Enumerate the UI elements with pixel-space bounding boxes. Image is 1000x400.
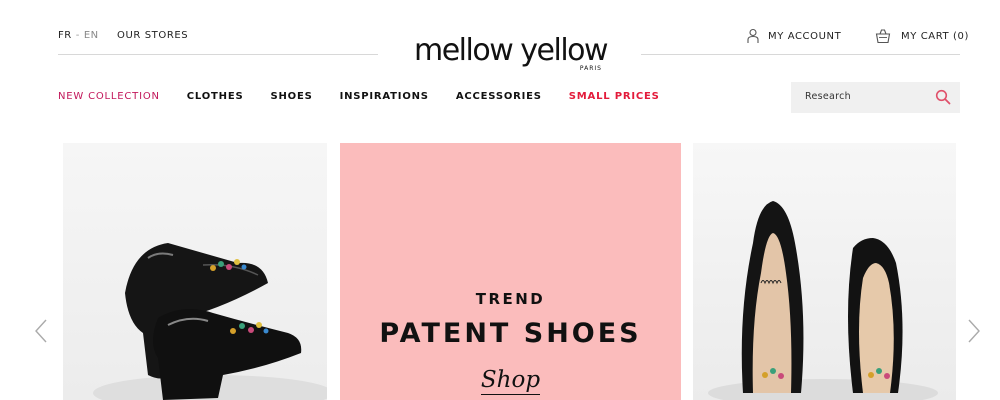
search-icon[interactable] — [935, 89, 951, 105]
chevron-left-icon[interactable] — [34, 318, 48, 344]
lang-en-link[interactable]: EN — [84, 30, 99, 41]
lang-separator: - — [75, 30, 80, 41]
search-input[interactable]: Research — [805, 91, 851, 102]
hero-kicker: TREND — [475, 290, 546, 308]
header-divider-left — [58, 54, 378, 55]
nav-item-clothes[interactable]: CLOTHES — [187, 91, 244, 102]
brand-logo[interactable]: mellow yellow PARIS — [414, 33, 609, 78]
lang-fr-link[interactable]: FR — [58, 30, 72, 41]
nav-item-shoes[interactable]: SHOES — [270, 91, 312, 102]
black-patent-pumps-image — [93, 243, 327, 400]
basket-icon — [875, 29, 891, 44]
nav-item-small-prices[interactable]: SMALL PRICES — [569, 91, 660, 102]
header-divider-right — [641, 54, 960, 55]
main-nav: NEW COLLECTION CLOTHES SHOES INSPIRATION… — [58, 91, 687, 102]
product-image-right[interactable] — [693, 143, 956, 400]
top-bar: FR - EN OUR STORES mellow yellow PARIS MY … — [0, 0, 1000, 72]
nav-item-new-collection[interactable]: NEW COLLECTION — [58, 91, 160, 102]
my-account-link[interactable]: MY ACCOUNT — [746, 27, 841, 45]
hero-title: PATENT SHOES — [379, 318, 642, 349]
our-stores-link[interactable]: OUR STORES — [117, 30, 188, 41]
product-image-left[interactable] — [63, 143, 327, 400]
logo-subtitle: PARIS — [579, 65, 602, 72]
search-box[interactable]: Research — [791, 82, 960, 113]
patent-heels-image — [708, 201, 938, 400]
nav-item-accessories[interactable]: ACCESSORIES — [456, 91, 542, 102]
person-icon — [747, 28, 759, 43]
my-cart-link[interactable]: MY CART (0) — [875, 27, 969, 45]
logo-wordmark: mellow yellow — [414, 33, 609, 68]
my-cart-label: MY CART (0) — [901, 30, 970, 42]
shop-link[interactable]: Shop — [340, 367, 681, 395]
chevron-right-icon[interactable] — [967, 318, 981, 344]
language-switcher: FR - EN — [58, 30, 99, 41]
nav-item-inspirations[interactable]: INSPIRATIONS — [340, 91, 429, 102]
my-account-label: MY ACCOUNT — [768, 30, 842, 42]
shop-link-label: Shop — [480, 367, 541, 395]
hero-banner[interactable]: TREND PATENT SHOES Shop — [340, 143, 681, 400]
